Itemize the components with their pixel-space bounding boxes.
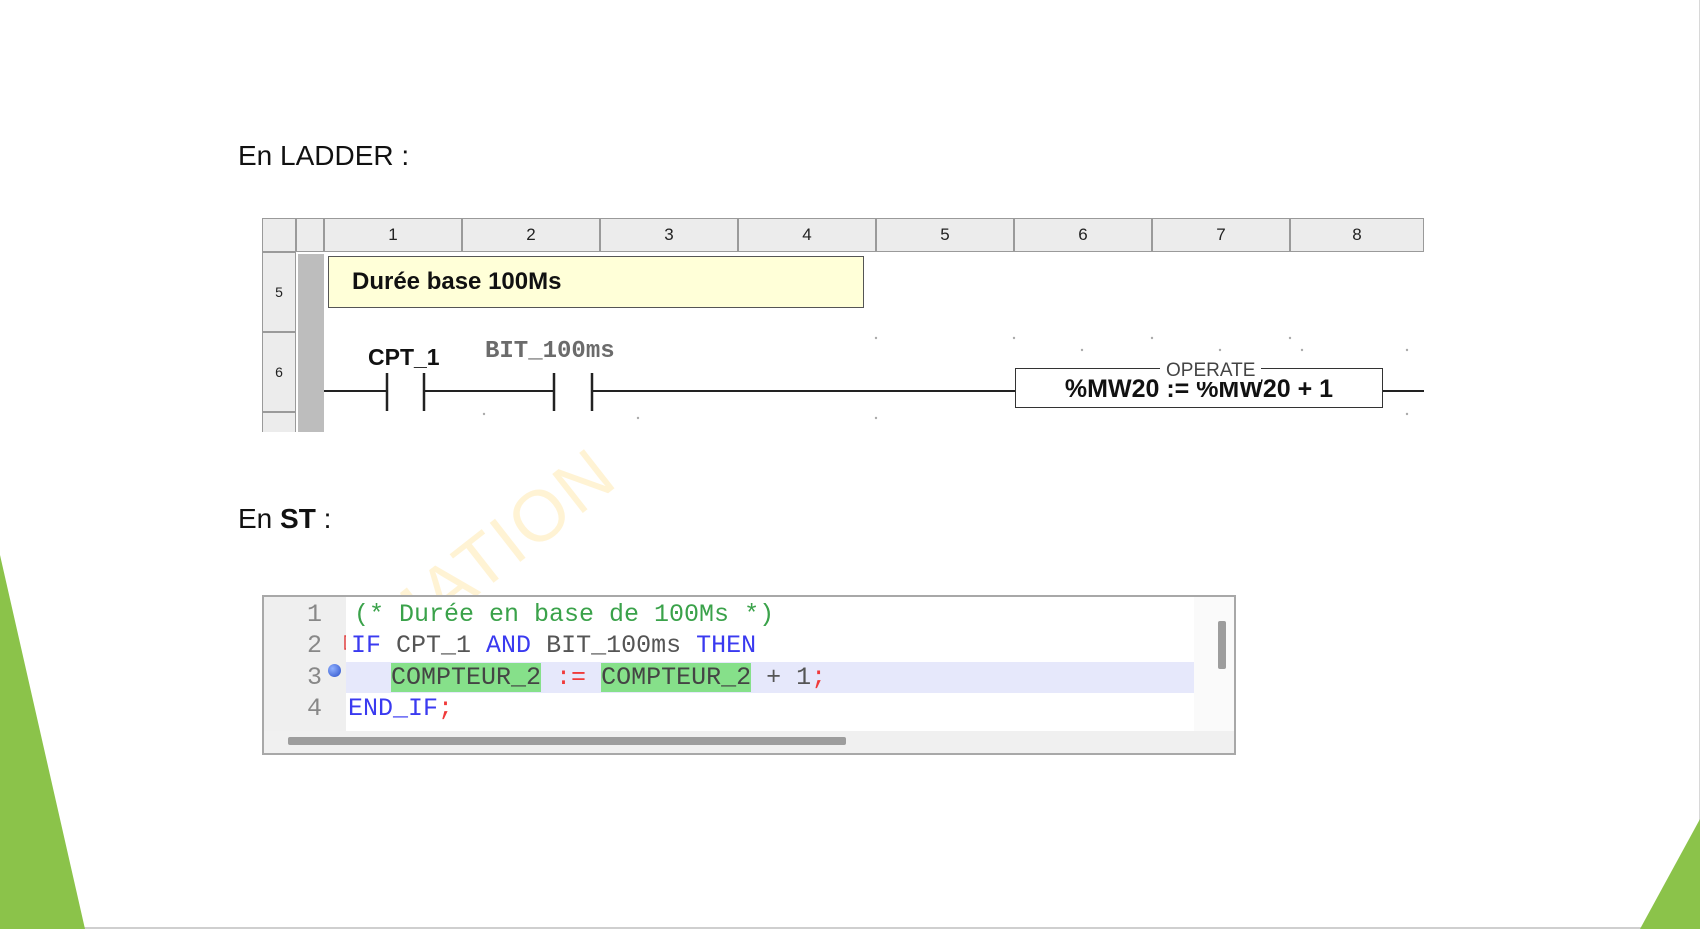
code-line-1: (* Durée en base de 100Ms *) — [354, 600, 775, 629]
decorative-triangle-left — [0, 555, 85, 929]
code-line-4: END_IF; — [348, 694, 454, 723]
st-code-editor[interactable]: 1 2 3 4 (* Durée en base de 100Ms *) IF … — [262, 595, 1236, 755]
operate-title: OPERATE — [1160, 360, 1262, 382]
vertical-scrollbar[interactable] — [1218, 621, 1226, 669]
line-number-3: 3 — [306, 663, 322, 692]
line-number-2: 2 — [306, 631, 322, 660]
code-area[interactable]: (* Durée en base de 100Ms *) IF CPT_1 AN… — [346, 597, 1194, 733]
ladder-heading: En LADDER : — [238, 140, 410, 171]
code-line-2: IF CPT_1 AND BIT_100ms THEN — [351, 631, 757, 660]
st-heading: En ST : — [238, 503, 332, 534]
ladder-diagram: 1 2 3 4 5 6 7 8 5 6 Durée base 100Ms CPT… — [262, 218, 1424, 432]
decorative-triangle-right — [1640, 819, 1700, 929]
line-number-4: 4 — [306, 694, 322, 723]
breakpoint-icon[interactable] — [328, 664, 341, 677]
line-number-1: 1 — [306, 600, 322, 629]
code-line-3: COMPTEUR_2 := COMPTEUR_2 + 1; — [346, 662, 1194, 693]
contact-bit100ms-label[interactable]: BIT_100ms — [485, 338, 615, 365]
contact-cpt1-label[interactable]: CPT_1 — [368, 344, 440, 371]
horizontal-scrollbar[interactable] — [288, 737, 846, 745]
